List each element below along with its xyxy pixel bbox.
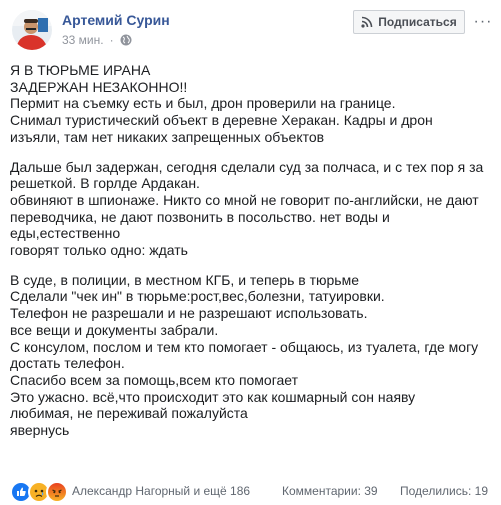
post-line: все вещи и документы забрали. (10, 321, 219, 338)
rss-icon (361, 16, 373, 28)
post-line: Я В ТЮРЬМЕ ИРАНА (10, 62, 151, 78)
post-line: переводчика, не дают позвонить в посольс… (10, 208, 390, 225)
subscribe-label: Подписаться (378, 15, 457, 29)
comments-count-link[interactable]: Комментарии: 39 (282, 484, 378, 498)
post-line: С консулом, послом и тем кто помогает - … (10, 338, 479, 355)
post-line: любимая, не переживай пожалуйста (10, 405, 248, 422)
reaction-icons[interactable] (10, 481, 68, 503)
author-avatar[interactable] (12, 10, 52, 50)
post-line: Пермит на съемку есть и был, дрон провер… (10, 95, 396, 112)
post-line: Дальше был задержан, сегодня сделали суд… (10, 158, 484, 175)
post-footer: Александр Нагорный и ещё 186 Комментарии… (0, 476, 501, 505)
post-line: Телефон не разрешали и не разрешают испо… (10, 305, 368, 322)
post-paragraph: В суде, в полиции, в местном КГБ, и тепе… (10, 272, 494, 439)
globe-icon[interactable] (120, 34, 132, 46)
post-line: говорят только одно: ждать (10, 242, 188, 259)
post-line: явернусь (10, 422, 70, 439)
post-timestamp[interactable]: 33 мин. (62, 33, 104, 47)
post-line: ЗАДЕРЖАН НЕЗАКОННО!! (10, 78, 188, 95)
post-line: достать телефон. (10, 355, 125, 372)
post-body: Я В ТЮРЬМЕ ИРАНА ЗАДЕРЖАН НЕЗАКОННО!! Пе… (10, 62, 494, 452)
shares-count-link[interactable]: Поделились: 19 (400, 484, 488, 498)
post-line: еды,естественно (10, 225, 121, 242)
avatar-photo (12, 10, 52, 50)
subscribe-button[interactable]: Подписаться (353, 10, 465, 34)
post-line: Спасибо всем за помощь,всем кто помогает (10, 371, 299, 388)
post-paragraph: Дальше был задержан, сегодня сделали суд… (10, 159, 494, 259)
angry-reaction-icon (46, 481, 68, 503)
post-line: Сделали "чек ин" в тюрьме:рост,вес,болез… (10, 288, 385, 305)
post-line: Это ужасно. всё,что происходит это как к… (10, 388, 416, 405)
post-line: решеткой. В горлде Ардакан. (10, 175, 200, 192)
author-name[interactable]: Артемий Сурин (62, 12, 170, 28)
post-line: обвиняют в шпионаже. Никто со мной не го… (10, 191, 479, 208)
facebook-post: Артемий Сурин 33 мин. · Подписаться ··· … (0, 0, 501, 505)
post-meta: 33 мин. · (62, 33, 132, 47)
post-line: В суде, в полиции, в местном КГБ, и тепе… (10, 271, 360, 288)
more-options-icon[interactable]: ··· (472, 12, 494, 32)
post-paragraph: Я В ТЮРЬМЕ ИРАНА ЗАДЕРЖАН НЕЗАКОННО!! Пе… (10, 62, 494, 146)
reactors-link[interactable]: Александр Нагорный и ещё 186 (72, 484, 250, 498)
meta-separator: · (109, 33, 114, 47)
post-line: изъяли, там нет никаких запрещенных объе… (10, 128, 325, 145)
post-line: Снимал туристический объект в деревне Хе… (10, 112, 433, 129)
